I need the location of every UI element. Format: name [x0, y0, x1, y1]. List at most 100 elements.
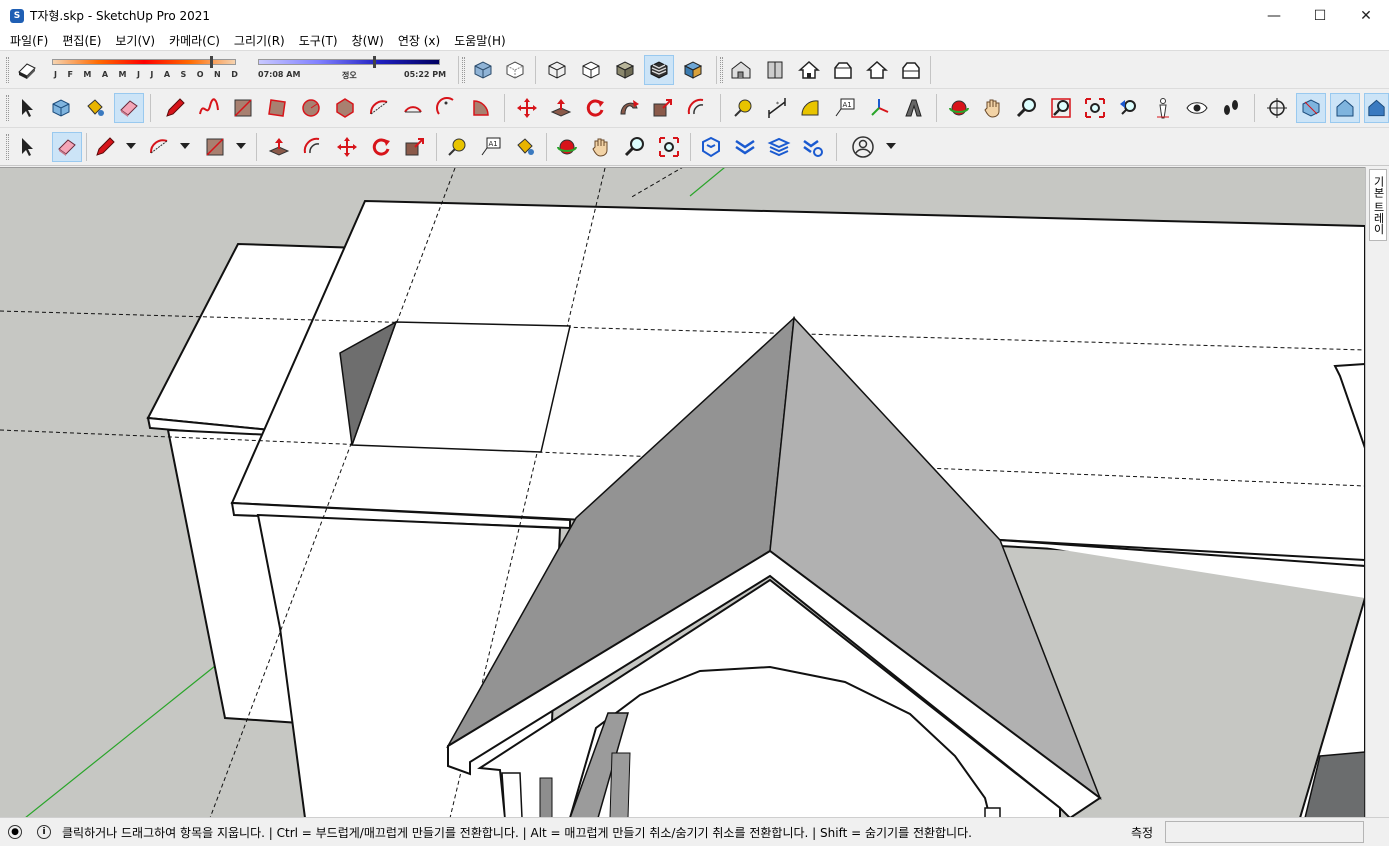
push-pull-button[interactable]	[546, 93, 576, 123]
push-pull-button-2[interactable]	[264, 132, 294, 162]
shape-dropdown-arrow[interactable]	[236, 143, 246, 149]
back-view-button[interactable]	[862, 55, 892, 85]
menu-draw[interactable]: 그리기(R)	[227, 32, 292, 49]
rotate-tool-button-2[interactable]	[366, 132, 396, 162]
wireframe-style-button[interactable]	[542, 55, 572, 85]
3d-viewport[interactable]	[0, 167, 1365, 817]
scale-tool-button-2[interactable]	[400, 132, 430, 162]
make-component-button[interactable]	[46, 93, 76, 123]
follow-me-button[interactable]	[614, 93, 644, 123]
tape-measure-button[interactable]	[728, 93, 758, 123]
toolbar-grip[interactable]	[720, 57, 723, 83]
text-tool-button[interactable]: A1	[830, 93, 860, 123]
menu-help[interactable]: 도움말(H)	[447, 32, 513, 49]
eraser-tool-button[interactable]	[114, 93, 144, 123]
orbit-tool-button-2[interactable]	[552, 132, 582, 162]
menu-camera[interactable]: 카메라(C)	[162, 32, 227, 49]
geo-location-icon[interactable]: ●	[8, 825, 22, 839]
eraser-tool-button-2[interactable]	[52, 132, 82, 162]
monochrome-style-button[interactable]	[678, 55, 708, 85]
maximize-button[interactable]: ☐	[1297, 0, 1343, 31]
zoom-tool-button[interactable]	[1012, 93, 1042, 123]
line-dropdown-arrow[interactable]	[126, 143, 136, 149]
select-tool-button[interactable]	[12, 93, 42, 123]
paint-bucket-button[interactable]	[80, 93, 110, 123]
porch-column-right[interactable]	[984, 807, 1001, 817]
display-section-planes-button[interactable]	[1296, 93, 1326, 123]
move-tool-button-2[interactable]	[332, 132, 362, 162]
text-tool-button-2[interactable]: A1	[476, 132, 506, 162]
two-point-arc-button[interactable]	[398, 93, 428, 123]
dimension-tool-button[interactable]: *	[762, 93, 792, 123]
zoom-tool-button-2[interactable]	[620, 132, 650, 162]
line-tool-button[interactable]	[160, 93, 190, 123]
pie-tool-button[interactable]	[466, 93, 496, 123]
zoom-window-button[interactable]	[1046, 93, 1076, 123]
rotated-rectangle-button[interactable]	[262, 93, 292, 123]
extension-manager-button[interactable]	[798, 132, 828, 162]
hidden-line-style-button[interactable]	[576, 55, 606, 85]
display-section-cuts-button[interactable]	[1330, 93, 1360, 123]
toolbar-grip[interactable]	[462, 57, 465, 83]
previous-view-button[interactable]	[1114, 93, 1144, 123]
left-view-button[interactable]	[896, 55, 926, 85]
pan-tool-button-2[interactable]	[586, 132, 616, 162]
extension-warehouse-button[interactable]	[730, 132, 760, 162]
scale-tool-button[interactable]	[648, 93, 678, 123]
display-section-fill-button[interactable]	[1364, 93, 1389, 123]
default-tray-tab[interactable]: 기본 트레이	[1369, 169, 1387, 241]
account-button[interactable]	[848, 132, 878, 162]
polygon-tool-button[interactable]	[330, 93, 360, 123]
time-slider[interactable]	[258, 59, 440, 65]
layout-send-button[interactable]	[764, 132, 794, 162]
date-slider[interactable]	[52, 59, 236, 65]
model-scene[interactable]	[0, 168, 1365, 817]
zoom-extents-button[interactable]	[1080, 93, 1110, 123]
axes-tool-button[interactable]	[864, 93, 894, 123]
rectangle-tool-button[interactable]	[228, 93, 258, 123]
iso-view-button[interactable]	[726, 55, 756, 85]
menu-edit[interactable]: 편집(E)	[55, 32, 108, 49]
menu-extensions[interactable]: 연장 (x)	[391, 32, 447, 49]
section-plane-button[interactable]	[1262, 93, 1292, 123]
move-tool-button[interactable]	[512, 93, 542, 123]
close-button[interactable]: ✕	[1343, 0, 1389, 31]
date-slider-handle[interactable]	[210, 56, 213, 68]
freehand-tool-button[interactable]	[194, 93, 224, 123]
select-tool-button-2[interactable]	[12, 132, 42, 162]
right-view-button[interactable]	[828, 55, 858, 85]
front-view-button[interactable]	[794, 55, 824, 85]
look-around-button[interactable]	[1182, 93, 1212, 123]
rotate-tool-button[interactable]	[580, 93, 610, 123]
arc-tool-button-2[interactable]	[144, 132, 174, 162]
measurements-input[interactable]	[1165, 821, 1364, 843]
offset-tool-button[interactable]	[682, 93, 712, 123]
pan-tool-button[interactable]	[978, 93, 1008, 123]
info-icon[interactable]: i	[37, 825, 51, 839]
toolbar-grip[interactable]	[6, 57, 9, 83]
shaded-style-button[interactable]	[610, 55, 640, 85]
line-tool-button-2[interactable]	[90, 132, 120, 162]
protractor-button[interactable]	[796, 93, 826, 123]
arc-dropdown-arrow[interactable]	[180, 143, 190, 149]
toolbar-grip[interactable]	[6, 134, 9, 160]
arc-tool-button[interactable]	[364, 93, 394, 123]
paint-bucket-button-2[interactable]	[510, 132, 540, 162]
back-edges-style-button[interactable]	[500, 55, 530, 85]
menu-file[interactable]: 파일(F)	[3, 32, 55, 49]
toolbar-grip[interactable]	[6, 95, 9, 121]
xray-style-button[interactable]	[468, 55, 498, 85]
porch-column-left[interactable]	[501, 772, 523, 817]
3d-warehouse-button[interactable]	[696, 132, 726, 162]
offset-tool-button-2[interactable]	[298, 132, 328, 162]
top-view-button[interactable]	[760, 55, 790, 85]
shadows-toggle-button[interactable]	[12, 55, 42, 85]
shaded-textures-style-button[interactable]	[644, 55, 674, 85]
circle-tool-button[interactable]	[296, 93, 326, 123]
time-slider-handle[interactable]	[373, 56, 376, 68]
position-camera-button[interactable]	[1148, 93, 1178, 123]
menu-window[interactable]: 창(W)	[345, 32, 391, 49]
menu-view[interactable]: 보기(V)	[108, 32, 162, 49]
zoom-extents-button-2[interactable]	[654, 132, 684, 162]
account-dropdown-arrow[interactable]	[886, 143, 896, 149]
